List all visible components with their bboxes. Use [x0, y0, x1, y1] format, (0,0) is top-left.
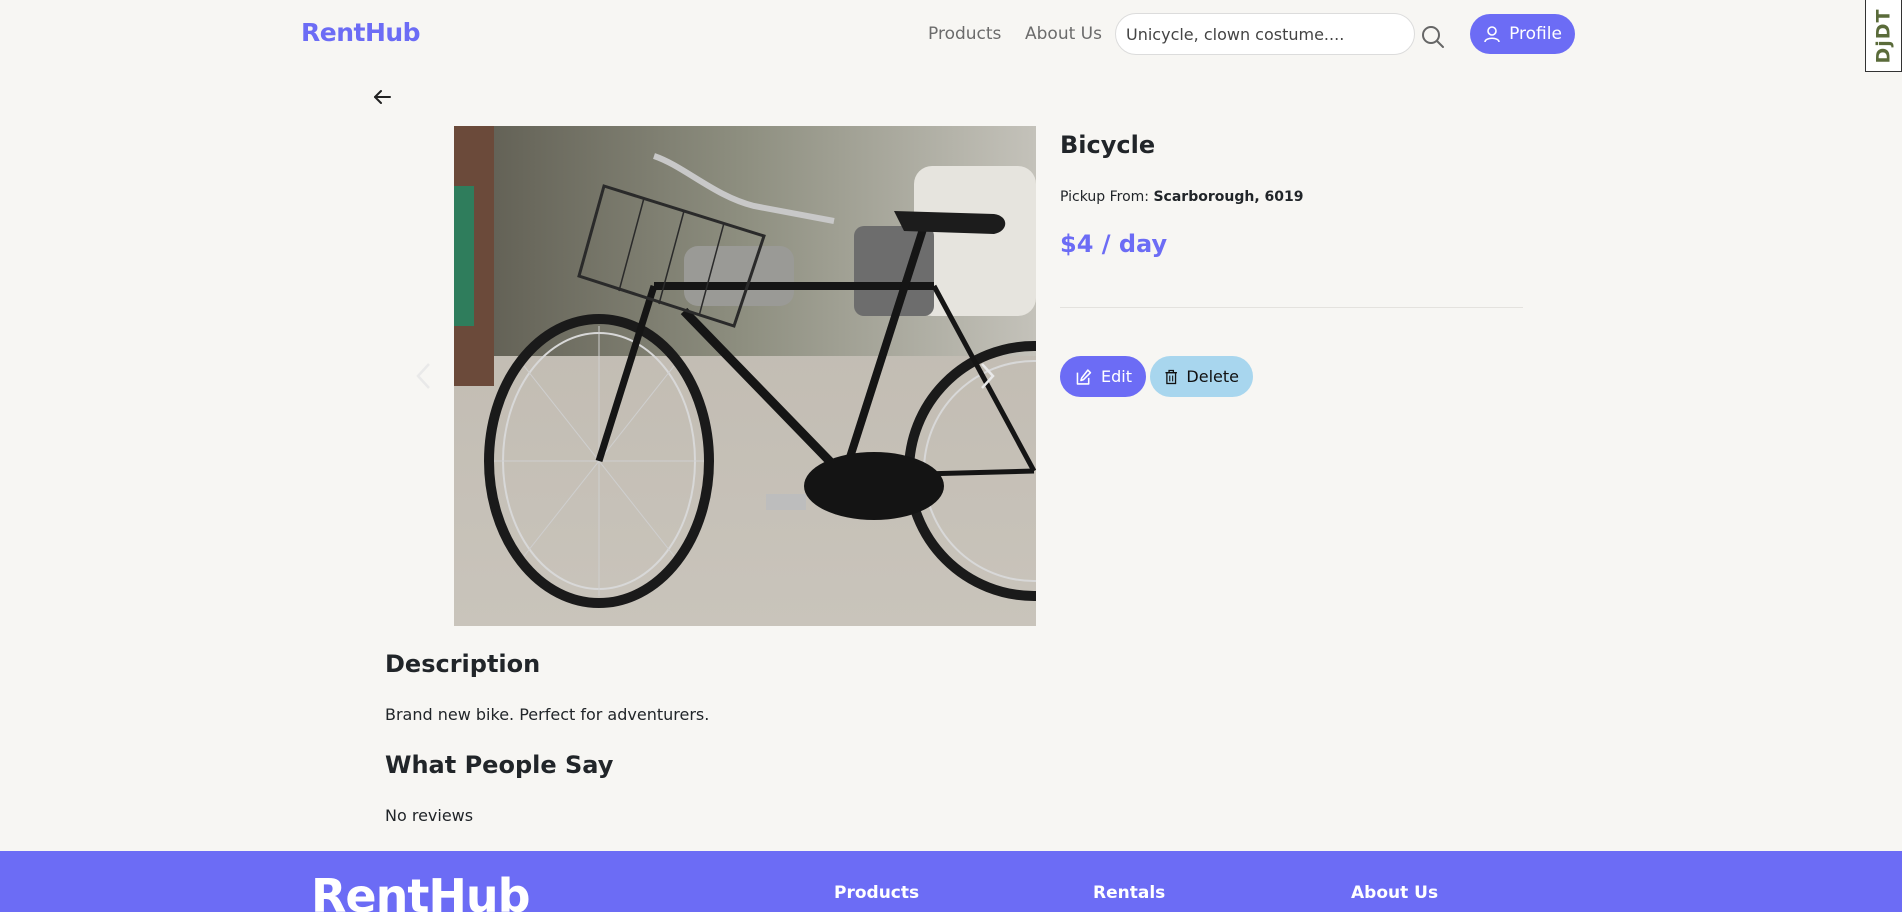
nav-products-link[interactable]: Products [928, 24, 1001, 44]
delete-button[interactable]: Delete [1150, 356, 1253, 397]
footer-col-products: Products [834, 883, 920, 903]
back-arrow-icon[interactable] [372, 87, 392, 107]
reviews-empty-text: No reviews [385, 806, 474, 825]
edit-button-label: Edit [1101, 367, 1132, 386]
footer-col-rentals: Rentals [1093, 883, 1166, 903]
nav-about-link[interactable]: About Us [1025, 24, 1102, 44]
edit-icon [1076, 368, 1092, 385]
carousel-next-icon[interactable] [975, 358, 999, 394]
footer: RentHub Products Rentals About Us [0, 851, 1902, 912]
trash-icon [1165, 369, 1177, 384]
description-text: Brand new bike. Perfect for adventurers. [385, 705, 710, 724]
description-heading: Description [385, 650, 541, 678]
search-icon[interactable] [1420, 24, 1446, 50]
profile-button-label: Profile [1509, 24, 1562, 44]
carousel-prev-icon[interactable] [412, 358, 436, 394]
pickup-location: Scarborough, 6019 [1153, 189, 1304, 205]
profile-button[interactable]: Profile [1470, 14, 1575, 54]
pickup-info: Pickup From: Scarborough, 6019 [1060, 189, 1303, 205]
pickup-label: Pickup From: [1060, 189, 1150, 205]
footer-brand-logo[interactable]: RentHub [311, 873, 531, 912]
footer-col-about: About Us [1351, 883, 1439, 903]
brand-logo[interactable]: RentHub [301, 18, 421, 47]
debug-toolbar-label: DjDT [1872, 7, 1895, 64]
edit-button[interactable]: Edit [1060, 356, 1146, 397]
product-photo [454, 126, 1036, 626]
product-image-carousel [454, 126, 1036, 626]
product-title: Bicycle [1060, 131, 1156, 159]
delete-button-label: Delete [1186, 367, 1239, 386]
user-icon [1484, 26, 1500, 43]
product-price: $4 / day [1060, 230, 1168, 258]
divider [1060, 307, 1523, 308]
reviews-heading: What People Say [385, 751, 614, 779]
search-input[interactable] [1115, 13, 1415, 55]
debug-toolbar-handle[interactable]: DjDT [1865, 0, 1902, 72]
